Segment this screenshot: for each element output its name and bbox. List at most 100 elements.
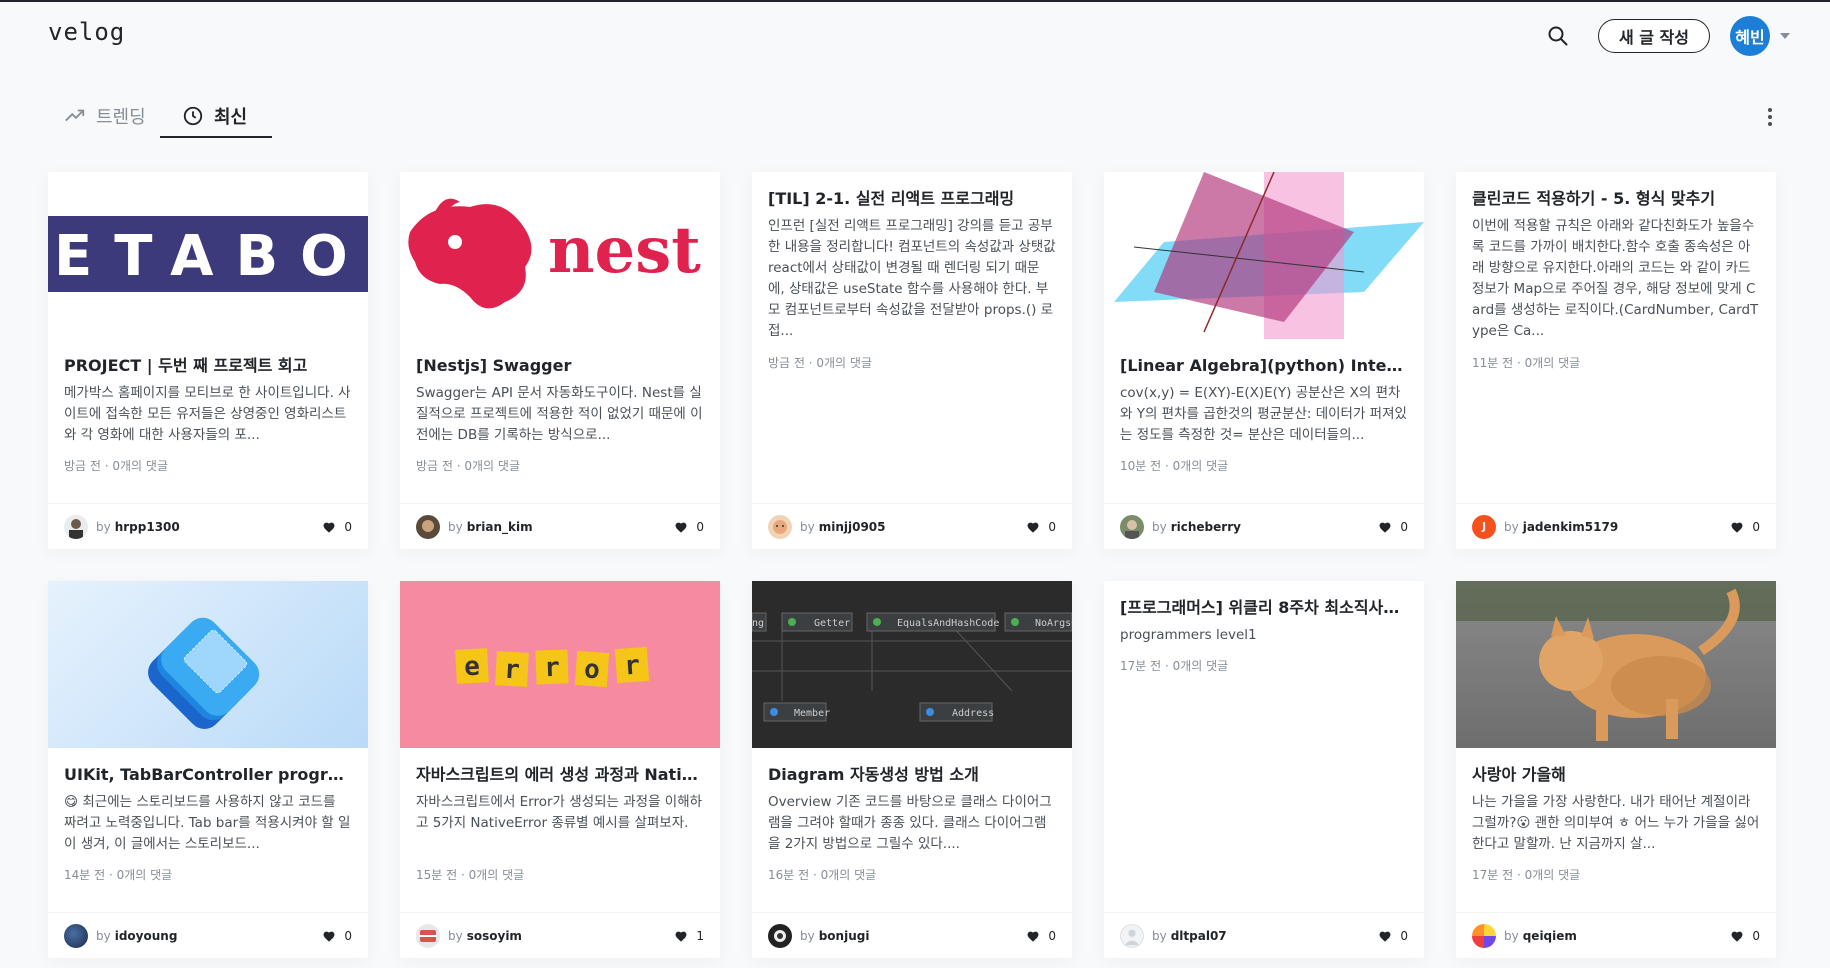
- by-label: by: [96, 519, 111, 534]
- heart-icon: [1379, 931, 1391, 942]
- post-body: 사랑아 가을해 나는 가을을 가장 사랑한다. 내가 태어난 계절이라 그럴까?…: [1456, 748, 1776, 912]
- like-count: 0: [1378, 929, 1408, 943]
- by-label: by: [96, 928, 111, 943]
- more-options-button[interactable]: [1758, 102, 1782, 132]
- like-value: 0: [1400, 519, 1408, 534]
- post-thumbnail: [1104, 172, 1424, 339]
- author-avatar: [1120, 514, 1144, 539]
- heart-icon: [1027, 522, 1039, 533]
- post-footer: by hrpp1300 0: [48, 503, 368, 549]
- post-footer: by minjj0905 0: [752, 503, 1072, 549]
- post-footer: by dltpal07 0: [1104, 912, 1424, 958]
- thumb-label: NoArgsC: [1035, 618, 1072, 629]
- post-title[interactable]: [프로그래머스] 위클리 8주차 최소직사각형: [1120, 597, 1408, 619]
- post-author[interactable]: by sosoyim: [416, 923, 522, 948]
- write-post-button[interactable]: 새 글 작성: [1597, 19, 1710, 53]
- post-author[interactable]: by hrpp1300: [64, 514, 180, 539]
- post-card[interactable]: [Linear Algebra](python) Intermediate co…: [1104, 172, 1424, 549]
- author-avatar: [1120, 923, 1144, 948]
- post-author[interactable]: J by jadenkim5179: [1472, 514, 1618, 539]
- tab-recent-label: 최신: [214, 107, 248, 128]
- like-count: 0: [322, 929, 352, 943]
- post-footer: by bonjugi 0: [752, 912, 1072, 958]
- post-card[interactable]: ng Getter EqualsAndHashCode NoArgsC Memb…: [752, 581, 1072, 958]
- post-footer: by sosoyim 1: [400, 912, 720, 958]
- post-body: [Nestjs] Swagger Swagger는 API 문서 자동화도구이다…: [400, 339, 720, 503]
- post-footer: J by jadenkim5179 0: [1456, 503, 1776, 549]
- thumb-letter: r: [623, 650, 641, 681]
- tab-trending-label: 트렌딩: [96, 107, 146, 128]
- post-author[interactable]: by brian_kim: [416, 514, 533, 539]
- post-meta: 방금 전 · 0개의 댓글: [768, 356, 872, 370]
- post-title[interactable]: [Linear Algebra](python) Intermediate: [1120, 355, 1408, 377]
- post-card[interactable]: e r r o r 자바스크립트의 에러 생성 과정과 NativeError …: [400, 581, 720, 958]
- trending-icon: [65, 109, 85, 122]
- header-actions: 새 글 작성 혜빈: [1538, 16, 1790, 56]
- avatar: 혜빈: [1730, 16, 1770, 56]
- post-title[interactable]: UIKit, TabBarController programmatically: [64, 764, 352, 786]
- post-body: 클린코드 적용하기 - 5. 형식 맞추기 이번에 적용할 규칙은 아래와 같다…: [1456, 172, 1776, 503]
- post-description: cov(x,y) = E(XY)-E(X)E(Y) 공분산은 X의 편차와 Y의…: [1120, 385, 1407, 443]
- post-card[interactable]: ETABOX PROJECT | 두번 째 프로젝트 회고 메가박스 홈페이지를…: [48, 172, 368, 549]
- post-title[interactable]: [Nestjs] Swagger: [416, 355, 704, 377]
- post-description: programmers level1: [1120, 627, 1257, 643]
- post-card[interactable]: 클린코드 적용하기 - 5. 형식 맞추기 이번에 적용할 규칙은 아래와 같다…: [1456, 172, 1776, 549]
- post-author[interactable]: by idoyoung: [64, 923, 178, 948]
- author-name: idoyoung: [114, 928, 178, 943]
- thumb-letter: r: [503, 655, 520, 686]
- post-title[interactable]: 자바스크립트의 에러 생성 과정과 NativeError: [416, 764, 704, 786]
- post-body: PROJECT | 두번 째 프로젝트 회고 메가박스 홈페이지를 모티브로 한…: [48, 339, 368, 503]
- post-thumbnail: ETABOX: [48, 172, 368, 339]
- post-meta: 방금 전 · 0개의 댓글: [416, 459, 520, 473]
- user-menu-button[interactable]: 혜빈: [1730, 16, 1790, 56]
- by-label: by: [800, 928, 815, 943]
- post-author[interactable]: by dltpal07: [1120, 923, 1227, 948]
- post-body: Diagram 자동생성 방법 소개 Overview 기존 코드를 바탕으로 …: [752, 748, 1072, 912]
- like-value: 0: [1400, 928, 1408, 943]
- post-card[interactable]: 사랑아 가을해 나는 가을을 가장 사랑한다. 내가 태어난 계절이라 그럴까?…: [1456, 581, 1776, 958]
- post-author[interactable]: by richeberry: [1120, 514, 1241, 539]
- post-meta: 방금 전 · 0개의 댓글: [64, 459, 168, 473]
- thumb-text: nest: [548, 213, 701, 288]
- post-title[interactable]: Diagram 자동생성 방법 소개: [768, 764, 1056, 786]
- post-title[interactable]: PROJECT | 두번 째 프로젝트 회고: [64, 355, 352, 377]
- velog-logo[interactable]: velog: [48, 18, 125, 46]
- post-description: 나는 가을을 가장 사랑한다. 내가 태어난 계절이라 그럴까?😮 괜한 의미부…: [1472, 794, 1760, 852]
- post-card[interactable]: [프로그래머스] 위클리 8주차 최소직사각형 programmers leve…: [1104, 581, 1424, 958]
- like-count: 0: [1730, 929, 1760, 943]
- post-description: 메가박스 홈페이지를 모티브로 한 사이트입니다. 사이트에 접속한 모든 유저…: [64, 385, 351, 443]
- heart-icon: [675, 931, 687, 942]
- post-meta: 15분 전 · 0개의 댓글: [416, 868, 525, 882]
- search-button[interactable]: [1538, 16, 1578, 56]
- post-title[interactable]: 사랑아 가을해: [1472, 764, 1760, 786]
- heart-icon: [1731, 931, 1743, 942]
- post-author[interactable]: by minjj0905: [768, 514, 886, 539]
- author-name: dltpal07: [1170, 928, 1227, 943]
- tab-recent[interactable]: 최신: [182, 94, 247, 138]
- post-title[interactable]: [TIL] 2-1. 실전 리액트 프로그래밍: [768, 188, 1056, 210]
- post-title[interactable]: 클린코드 적용하기 - 5. 형식 맞추기: [1472, 188, 1760, 210]
- active-tab-indicator: [160, 136, 272, 138]
- author-avatar: [64, 923, 88, 948]
- author-avatar: [768, 923, 792, 948]
- post-thumbnail: ng Getter EqualsAndHashCode NoArgsC Memb…: [752, 581, 1072, 748]
- post-card[interactable]: nest [Nestjs] Swagger Swagger는 API 문서 자동…: [400, 172, 720, 549]
- feed-tabs: 트렌딩 최신: [48, 94, 1782, 140]
- post-meta: 10분 전 · 0개의 댓글: [1120, 459, 1229, 473]
- thumb-label: EqualsAndHashCode: [897, 618, 999, 629]
- post-author[interactable]: by bonjugi: [768, 923, 869, 948]
- thumb-label: Getter: [814, 618, 850, 629]
- post-thumbnail: [48, 581, 368, 748]
- post-description: 자바스크립트에서 Error가 생성되는 과정을 이해하고 5가지 Native…: [416, 794, 703, 831]
- post-card[interactable]: UIKit, TabBarController programmatically…: [48, 581, 368, 958]
- author-name: brian_kim: [466, 519, 533, 534]
- tab-trending[interactable]: 트렌딩: [64, 94, 146, 138]
- post-footer: by idoyoung 0: [48, 912, 368, 958]
- post-card[interactable]: [TIL] 2-1. 실전 리액트 프로그래밍 인프런 [실전 리액트 프로그래…: [752, 172, 1072, 549]
- author-name: qeiqiem: [1522, 928, 1577, 943]
- heart-icon: [1379, 522, 1391, 533]
- thumb-label: Member: [794, 708, 830, 719]
- post-meta: 17분 전 · 0개의 댓글: [1472, 868, 1581, 882]
- post-description: 이번에 적용할 규칙은 아래와 같다친화도가 높을수록 코드를 가까이 배치한다…: [1472, 218, 1759, 339]
- post-author[interactable]: by qeiqiem: [1472, 923, 1577, 948]
